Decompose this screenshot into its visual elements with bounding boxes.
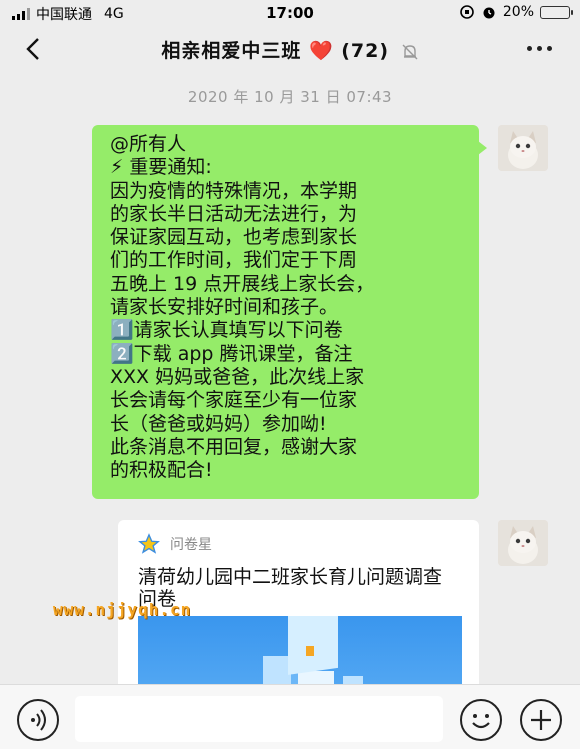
card-source-label: 问卷星 [170, 537, 212, 553]
star-icon [138, 533, 160, 554]
message-line: 保证家园互动，也考虑到家长 [110, 226, 358, 249]
voice-button[interactable] [17, 699, 59, 741]
message-input[interactable] [75, 696, 443, 742]
avatar[interactable] [498, 125, 548, 171]
watermark: www.njjyqh.cn [53, 600, 192, 619]
emoji-button[interactable] [460, 699, 502, 741]
chat-header: 相亲相爱中三班 ❤️ (72) [0, 26, 580, 72]
cat-avatar-icon [498, 520, 548, 566]
battery-icon [540, 5, 573, 19]
voice-icon [31, 709, 46, 731]
message-bubble[interactable]: @所有人 ⚡ 重要通知: 因为疫情的特殊情况，本学期 的家长半日活动无法进行，为… [92, 125, 487, 499]
message-line: XXX 妈妈或爸爸，此次线上家 [110, 365, 365, 388]
message-line: ⚡ 重要通知: [110, 156, 212, 179]
alarm-icon [483, 7, 495, 19]
chat-title: 相亲相爱中三班 ❤️ (72) [0, 36, 580, 63]
plus-icon [531, 710, 551, 730]
message-line: 长（爸爸或妈妈）参加呦! [110, 412, 327, 435]
status-right: 20% [459, 4, 573, 20]
more-icon[interactable] [527, 46, 552, 51]
status-bar: 中国联通 4G 17:00 20% [0, 0, 580, 26]
heart-emoji: ❤️ [308, 40, 334, 62]
message-line: 请家长安排好时间和孩子。 [110, 296, 339, 319]
cat-avatar-icon [498, 125, 548, 171]
mute-icon [402, 44, 418, 59]
message-line: 2️⃣下载 app 腾讯课堂，备注 [110, 342, 353, 365]
message-line: 长会请每个家庭至少有一位家 [110, 389, 358, 412]
avatar[interactable] [498, 520, 548, 566]
message-line: 们的工作时间，我们定于下周 [110, 249, 358, 272]
message-timestamp: 2020 年 10 月 31 日 07:43 [187, 88, 393, 106]
message-line: 的家长半日活动无法进行，为 [110, 202, 358, 225]
lock-rotation-icon [460, 5, 474, 19]
battery-percent: 20% [502, 4, 534, 20]
card-source: 问卷星 [138, 533, 212, 555]
message-line: @所有人 [110, 133, 187, 155]
plus-button[interactable] [520, 699, 562, 741]
message-line: 此条消息不用回复，感谢大家 [110, 435, 358, 458]
message-line: 的积极配合! [110, 459, 213, 482]
input-bar [0, 684, 580, 749]
member-count: (72) [341, 40, 390, 62]
message-line: 五晚上 19 点开展线上家长会， [110, 272, 375, 295]
message-line: 1️⃣请家长认真填写以下问卷 [110, 319, 343, 342]
emoji-icon [472, 714, 490, 729]
chat-title-text: 相亲相爱中三班 [161, 40, 302, 62]
message-line: 因为疫情的特殊情况，本学期 [110, 179, 358, 202]
